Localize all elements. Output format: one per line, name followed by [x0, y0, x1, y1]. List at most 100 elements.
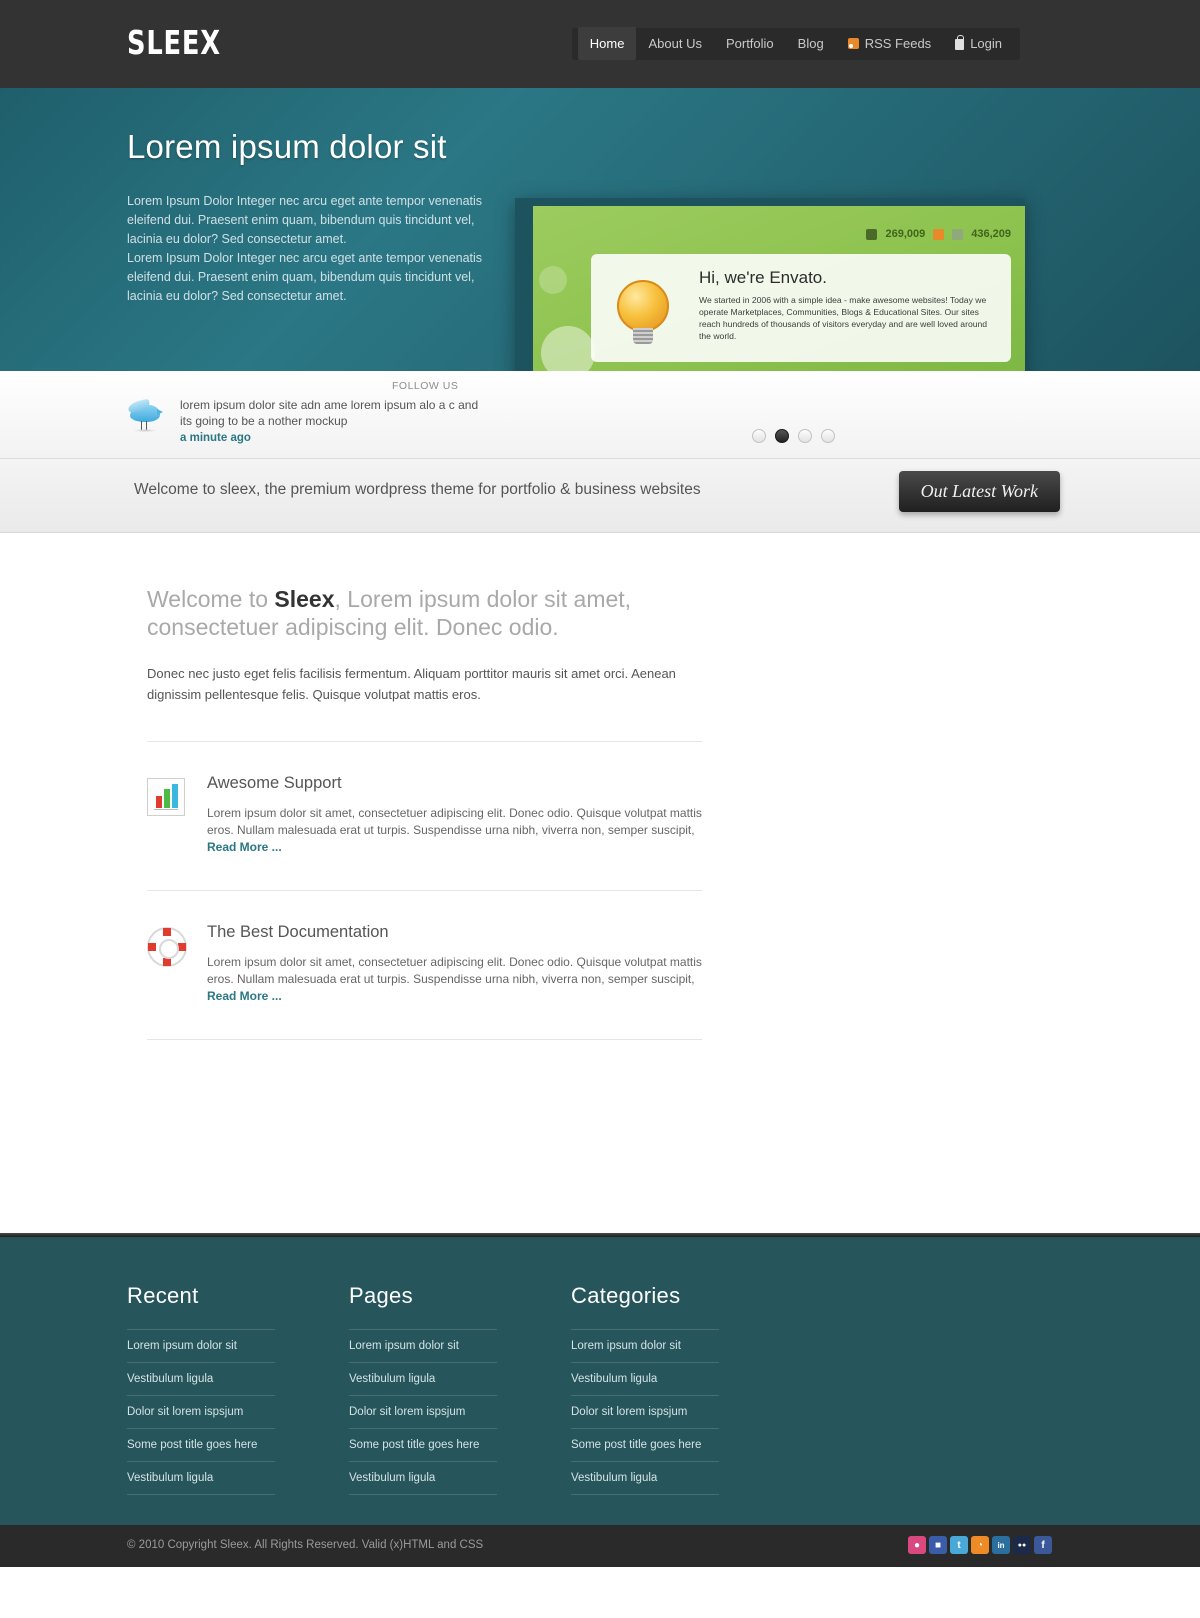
nav-item-login[interactable]: Login — [943, 27, 1014, 60]
facebook-icon[interactable]: f — [1034, 1536, 1052, 1554]
nav-item-about-us[interactable]: About Us — [636, 27, 713, 60]
hero-text-block: Lorem ipsum dolor sit Lorem Ipsum Dolor … — [127, 128, 507, 306]
slide-body: We started in 2006 with a simple idea - … — [699, 295, 988, 341]
bokeh-decoration — [539, 266, 567, 294]
feature-body-text: Lorem ipsum dolor sit amet, consectetuer… — [207, 806, 702, 837]
bokeh-decoration — [541, 326, 595, 371]
hero-title: Lorem ipsum dolor sit — [127, 128, 447, 165]
welcome-bar: Welcome to sleex, the premium wordpress … — [0, 459, 1200, 533]
footer-column-title: Categories — [571, 1283, 681, 1308]
slider-dot-1[interactable] — [752, 429, 766, 443]
hero-paragraph-1: Lorem Ipsum Dolor Integer nec arcu eget … — [127, 194, 483, 246]
list-item[interactable]: Dolor sit lorem ispsjum — [571, 1396, 719, 1429]
stat-subscribers: 436,209 — [971, 228, 1011, 240]
lead-prefix: Welcome to — [147, 586, 275, 612]
lock-icon — [955, 35, 965, 50]
site-logo[interactable]: SLEEX — [127, 23, 221, 62]
footer-column-recent: Recent Lorem ipsum dolor sit Vestibulum … — [127, 1283, 349, 1495]
main-content: Welcome to Sleex, Lorem ipsum dolor sit … — [0, 533, 1200, 1233]
rss-icon[interactable]: ◔ — [971, 1536, 989, 1554]
nav-item-label: Portfolio — [725, 36, 774, 51]
follow-us-label: FOLLOW US — [392, 380, 459, 392]
tweet-timestamp[interactable]: a minute ago — [180, 432, 251, 444]
list-item[interactable]: Vestibulum ligula — [127, 1363, 275, 1396]
list-item[interactable]: Vestibulum ligula — [127, 1462, 275, 1495]
subscribers-icon — [952, 228, 964, 240]
stat-visitors: 269,009 — [885, 228, 926, 240]
flickr-icon[interactable]: ●● — [1013, 1536, 1031, 1554]
list-item[interactable]: Lorem ipsum dolor sit — [127, 1329, 275, 1363]
nav-item-label: Blog — [797, 36, 824, 51]
lightbulb-icon — [617, 280, 669, 346]
footer-link-list: Lorem ipsum dolor sit Vestibulum ligula … — [571, 1329, 793, 1495]
feature-block-support: Awesome Support Lorem ipsum dolor sit am… — [147, 742, 702, 891]
nav-item-label: Home — [589, 36, 625, 51]
lead-brand: Sleex — [274, 586, 335, 612]
slider-dot-4[interactable] — [821, 429, 835, 443]
lead-paragraph: Donec nec justo eget felis facilisis fer… — [147, 666, 676, 702]
twitter-icon[interactable]: t — [950, 1536, 968, 1554]
footer-link-list: Lorem ipsum dolor sit Vestibulum ligula … — [349, 1329, 571, 1495]
slide-preview-image[interactable]: 269,009 436,209 Hi, we're Envato. We sta… — [515, 198, 1025, 371]
twitter-bird-icon — [126, 398, 166, 433]
footer-column-title: Pages — [349, 1283, 413, 1308]
rss-icon — [847, 38, 859, 49]
feature-title: The Best Documentation — [207, 923, 389, 941]
nav-item-label: About Us — [648, 36, 702, 51]
feature-block-documentation: The Best Documentation Lorem ipsum dolor… — [147, 891, 702, 1040]
footer-column-categories: Categories Lorem ipsum dolor sit Vestibu… — [571, 1283, 793, 1495]
feature-body-text: Lorem ipsum dolor sit amet, consectetuer… — [207, 955, 702, 986]
main-navigation: Home About Us Portfolio Blog RSS Feeds L… — [571, 27, 1020, 60]
nav-item-blog[interactable]: Blog — [786, 27, 836, 60]
read-more-link[interactable]: Read More ... — [207, 840, 282, 854]
list-item[interactable]: Lorem ipsum dolor sit — [349, 1329, 497, 1363]
feature-body: Lorem ipsum dolor sit amet, consectetuer… — [207, 805, 702, 856]
list-item[interactable]: Some post title goes here — [127, 1429, 275, 1462]
slider-dot-3[interactable] — [798, 429, 812, 443]
feature-title: Awesome Support — [207, 774, 342, 792]
list-item[interactable]: Vestibulum ligula — [349, 1462, 497, 1495]
site-footer: Recent Lorem ipsum dolor sit Vestibulum … — [0, 1233, 1200, 1525]
hero-paragraph-2: Lorem Ipsum Dolor Integer nec arcu eget … — [127, 251, 483, 303]
slider-dot-2[interactable] — [775, 429, 789, 443]
social-links: ● ■ t ◔ in ●● f — [908, 1536, 1052, 1554]
tweet-text: lorem ipsum dolor site adn ame lorem ips… — [180, 398, 479, 428]
bar-chart-icon — [147, 774, 189, 856]
slide-headline: Hi, we're Envato. — [699, 268, 827, 287]
linkedin-icon[interactable]: in — [992, 1536, 1010, 1554]
read-more-link[interactable]: Read More ... — [207, 989, 282, 1003]
copyright-text: © 2010 Copyright Sleex. All Rights Reser… — [127, 1539, 484, 1551]
feature-body: Lorem ipsum dolor sit amet, consectetuer… — [207, 954, 702, 1005]
list-item[interactable]: Some post title goes here — [571, 1429, 719, 1462]
welcome-message: Welcome to sleex, the premium wordpress … — [134, 481, 701, 498]
hero-slider: Lorem ipsum dolor sit Lorem Ipsum Dolor … — [0, 88, 1200, 371]
list-item[interactable]: Lorem ipsum dolor sit — [571, 1329, 719, 1363]
slide-preview-canvas: 269,009 436,209 Hi, we're Envato. We sta… — [533, 206, 1025, 371]
list-item[interactable]: Dolor sit lorem ispsjum — [349, 1396, 497, 1429]
dribbble-icon[interactable]: ● — [908, 1536, 926, 1554]
footer-link-list: Lorem ipsum dolor sit Vestibulum ligula … — [127, 1329, 349, 1495]
content-column: Welcome to Sleex, Lorem ipsum dolor sit … — [147, 585, 702, 1040]
list-item[interactable]: Some post title goes here — [349, 1429, 497, 1462]
list-item[interactable]: Vestibulum ligula — [349, 1363, 497, 1396]
nav-item-home[interactable]: Home — [577, 27, 637, 60]
slider-pagination — [752, 429, 835, 443]
nav-item-rss-feeds[interactable]: RSS Feeds — [836, 27, 943, 60]
delicious-icon[interactable]: ■ — [929, 1536, 947, 1554]
site-header: SLEEX Home About Us Portfolio Blog RSS F… — [0, 0, 1200, 88]
list-item[interactable]: Vestibulum ligula — [571, 1363, 719, 1396]
slide-stats: 269,009 436,209 — [866, 228, 1011, 240]
latest-work-button[interactable]: Out Latest Work — [898, 471, 1060, 512]
nav-item-portfolio[interactable]: Portfolio — [714, 27, 786, 60]
twitter-feed-bar: FOLLOW US lorem ipsum dolor site adn ame… — [0, 371, 1200, 459]
rss-icon — [933, 228, 945, 240]
page-title: Welcome to Sleex, Lorem ipsum dolor sit … — [147, 585, 702, 641]
nav-item-label: RSS Feeds — [864, 36, 932, 51]
footer-column-title: Recent — [127, 1283, 199, 1308]
list-item[interactable]: Dolor sit lorem ispsjum — [127, 1396, 275, 1429]
visitors-icon — [866, 228, 878, 240]
nav-item-label: Login — [970, 36, 1002, 51]
lifebuoy-icon — [147, 923, 189, 1005]
list-item[interactable]: Vestibulum ligula — [571, 1462, 719, 1495]
footer-column-pages: Pages Lorem ipsum dolor sit Vestibulum l… — [349, 1283, 571, 1495]
